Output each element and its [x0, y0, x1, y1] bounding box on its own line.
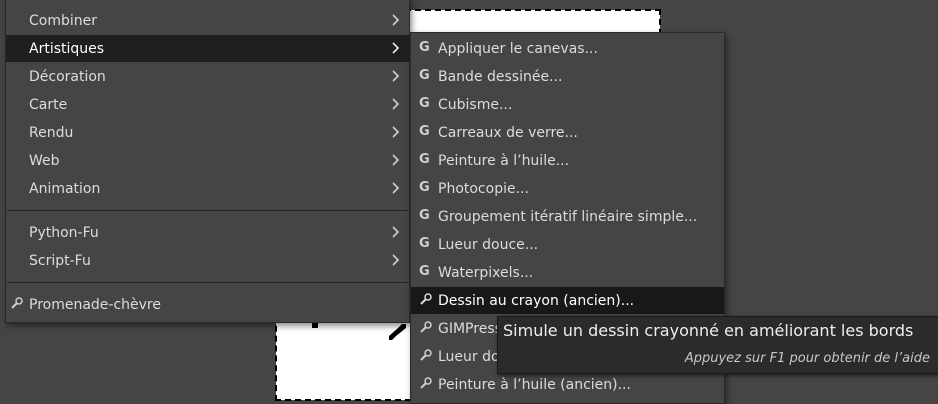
- menu-item-decoration[interactable]: Décoration: [6, 63, 409, 90]
- gegl-icon: G: [419, 264, 430, 279]
- menu-item-web[interactable]: Web: [6, 147, 409, 174]
- menu-item-label: Combiner: [29, 12, 97, 29]
- menu-item-label: Python-Fu: [29, 224, 99, 241]
- submenu-item-label: Cubisme...: [438, 96, 513, 113]
- submenu-item-label: Carreaux de verre...: [438, 124, 578, 141]
- tooltip: Simule un dessin crayonné en améliorant …: [497, 316, 938, 374]
- submenu-item-lueur-douce[interactable]: G Lueur douce...: [411, 231, 724, 258]
- submenu-item-label: Groupement itératif linéaire simple...: [438, 208, 698, 225]
- chevron-right-icon: [391, 224, 401, 240]
- submenu-item-waterpixels[interactable]: G Waterpixels...: [411, 259, 724, 286]
- menu-item-python-fu[interactable]: Python-Fu: [6, 219, 409, 246]
- submenu-item-label: Lueur douce...: [438, 236, 539, 253]
- submenu-item-peinture-huile-ancien[interactable]: Peinture à l’huile (ancien)...: [411, 371, 724, 398]
- menu-separator: [7, 282, 408, 283]
- filters-menu: Combiner Artistiques Décoration Carte Re…: [5, 0, 410, 323]
- menu-item-label: Rendu: [29, 124, 74, 141]
- submenu-item-peinture-huile[interactable]: G Peinture à l’huile...: [411, 147, 724, 174]
- submenu-item-label: Bande dessinée...: [438, 68, 563, 85]
- submenu-item-dessin-crayon[interactable]: Dessin au crayon (ancien)...: [411, 287, 724, 314]
- chevron-right-icon: [391, 124, 401, 140]
- gegl-icon: G: [419, 236, 430, 251]
- chevron-right-icon: [391, 40, 401, 56]
- menu-item-rendu[interactable]: Rendu: [6, 119, 409, 146]
- plugin-icon: [419, 293, 432, 307]
- submenu-item-cubisme[interactable]: G Cubisme...: [411, 91, 724, 118]
- menu-item-artistiques[interactable]: Artistiques: [6, 35, 409, 62]
- plugin-icon: [419, 349, 432, 363]
- tooltip-help-hint: Appuyez sur F1 pour obtenir de l’aide: [684, 351, 930, 366]
- menu-item-carte[interactable]: Carte: [6, 91, 409, 118]
- gegl-icon: G: [419, 208, 430, 223]
- chevron-right-icon: [391, 68, 401, 84]
- plugin-icon: [10, 297, 23, 311]
- gegl-icon: G: [419, 152, 430, 167]
- menu-item-label: Animation: [29, 180, 101, 197]
- canvas-drawing-stroke: [388, 322, 410, 342]
- gegl-icon: G: [419, 40, 430, 55]
- submenu-item-label: Dessin au crayon (ancien)...: [438, 292, 635, 309]
- gegl-icon: G: [419, 124, 430, 139]
- menu-item-animation[interactable]: Animation: [6, 175, 409, 202]
- menu-item-combiner[interactable]: Combiner: [6, 7, 409, 34]
- menu-item-label: Décoration: [29, 68, 106, 85]
- submenu-item-bande-dessinee[interactable]: G Bande dessinée...: [411, 63, 724, 90]
- menu-item-label: Script-Fu: [29, 252, 91, 269]
- submenu-item-label: Appliquer le canevas...: [438, 40, 598, 57]
- plugin-icon: [419, 377, 432, 391]
- submenu-item-label: Peinture à l’huile...: [438, 152, 570, 169]
- submenu-item-appliquer-canevas[interactable]: G Appliquer le canevas...: [411, 35, 724, 62]
- submenu-item-label: GIMPress: [438, 320, 502, 337]
- menu-item-promenade-chevre[interactable]: Promenade-chèvre: [6, 291, 409, 318]
- menu-item-label: Promenade-chèvre: [29, 296, 161, 313]
- menu-item-label: Web: [29, 152, 60, 169]
- gegl-icon: G: [419, 68, 430, 83]
- submenu-item-groupement-iteratif[interactable]: G Groupement itératif linéaire simple...: [411, 203, 724, 230]
- chevron-right-icon: [391, 180, 401, 196]
- chevron-right-icon: [391, 252, 401, 268]
- gegl-icon: G: [419, 180, 430, 195]
- submenu-item-label: Photocopie...: [438, 180, 529, 197]
- submenu-item-label: Peinture à l’huile (ancien)...: [438, 376, 631, 393]
- chevron-right-icon: [391, 152, 401, 168]
- plugin-icon: [419, 321, 432, 335]
- menu-item-label: Carte: [29, 96, 68, 113]
- tooltip-text: Simule un dessin crayonné en améliorant …: [503, 321, 914, 340]
- menu-item-label: Artistiques: [29, 40, 105, 57]
- submenu-item-photocopie[interactable]: G Photocopie...: [411, 175, 724, 202]
- submenu-item-carreaux-verre[interactable]: G Carreaux de verre...: [411, 119, 724, 146]
- chevron-right-icon: [391, 96, 401, 112]
- gegl-icon: G: [419, 96, 430, 111]
- menu-item-script-fu[interactable]: Script-Fu: [6, 247, 409, 274]
- submenu-item-label: Waterpixels...: [438, 264, 534, 281]
- menu-separator: [7, 210, 408, 211]
- chevron-right-icon: [391, 12, 401, 28]
